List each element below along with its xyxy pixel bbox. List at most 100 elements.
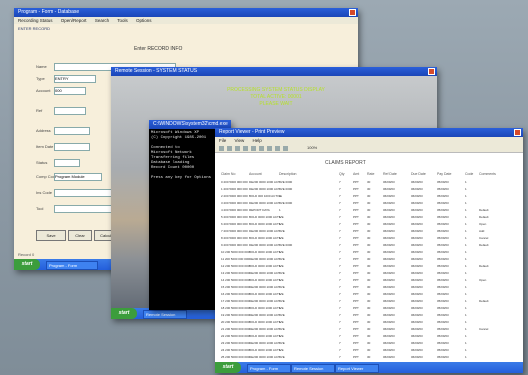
table-row[interactable]: 20 200 5000 000 000 BOLD 0000 1000 ACTIVE… (221, 320, 517, 324)
start-button[interactable]: start (14, 259, 40, 270)
print-icon[interactable] (219, 146, 224, 151)
table-cell: 06/09/03 (411, 320, 423, 324)
table-row[interactable]: 7 200 5000 000 000 DE200 0000 1000 ACTIVE… (221, 229, 517, 233)
table-row[interactable]: 22 200 5000 000 000 BOLD 0000 1000 ACTIVE… (221, 334, 517, 338)
table-cell: 30 (367, 341, 371, 345)
menu-item[interactable]: Open/Report (61, 18, 87, 23)
close-icon[interactable] (428, 68, 435, 75)
type-field[interactable]: ENTRY (54, 75, 96, 83)
table-row[interactable]: 15 200 5000 000 000 DE200 0000 1000 ACTIV… (221, 285, 517, 289)
address-field[interactable] (54, 127, 90, 135)
table-row[interactable]: 25 200 5000 000 000 DE200 0000 1000 ACTIV… (221, 355, 517, 359)
table-cell: 05/09/03 (437, 341, 449, 345)
table-cell: 05/09/03 (437, 271, 449, 275)
table-cell: 7 (339, 299, 341, 303)
table-row[interactable]: 2 200 5000 000 000 BOLD 000 1000 ACTIVE 1 7… (221, 194, 517, 198)
table-cell: 06/09/03 (383, 355, 395, 359)
start-button[interactable]: start (111, 308, 137, 319)
prev-page-icon[interactable] (235, 146, 240, 151)
table-cell: 1 (465, 229, 467, 233)
table-row[interactable]: 4 200 5000 000 000 REPORT DATA 1 7 PPT 30 06/0… (221, 208, 517, 212)
export-icon[interactable] (283, 146, 288, 151)
table-cell: 06/09/03 (383, 320, 395, 324)
taskbar-item[interactable]: Remote Session (143, 310, 187, 319)
menu-item[interactable]: Options (136, 18, 152, 23)
status-field[interactable] (54, 159, 80, 167)
table-row[interactable]: 9 200 5000 000 000 DE200 0000 1000 ACTIVE… (221, 243, 517, 247)
account-field[interactable]: 000 (54, 87, 86, 95)
column-header: Due Date (411, 172, 426, 176)
table-row[interactable]: 5 200 5000 000 000 BOLD 0000 1000 ACTIVE 1… (221, 215, 517, 219)
last-page-icon[interactable] (251, 146, 256, 151)
field-label: Tool (36, 206, 44, 211)
first-page-icon[interactable] (227, 146, 232, 151)
close-icon[interactable] (514, 129, 521, 136)
table-cell: PPT (353, 320, 359, 324)
table-row[interactable]: 10 200 5000 000 000 BOLD 0000 1000 ACTIVE… (221, 250, 517, 254)
next-page-icon[interactable] (243, 146, 248, 151)
table-cell: 7 (339, 355, 341, 359)
table-cell: PPT (353, 313, 359, 317)
table-cell: 05/09/03 (437, 257, 449, 261)
column-header: Qty (339, 172, 345, 176)
close-icon[interactable] (349, 9, 356, 16)
table-row[interactable]: 3 200 5000 000 000 DE200 0000 1000 ACTIVE… (221, 201, 517, 205)
menu-item[interactable]: Recording Status (18, 18, 53, 23)
remote-titlebar[interactable]: Remote Session - SYSTEM STATUS (111, 67, 437, 76)
table-cell: Default (479, 208, 489, 212)
comp-code-field[interactable]: Program Module (54, 173, 102, 181)
table-cell: 1 (279, 334, 281, 338)
menu-item[interactable]: File (219, 138, 226, 143)
table-cell: 1 (465, 278, 467, 282)
table-row[interactable]: 6 200 5000 000 000 BOLD 0000 1000 ACTIVE 1… (221, 222, 517, 226)
report-titlebar[interactable]: Report Viewer - Print Preview (215, 128, 523, 137)
search-icon[interactable] (275, 146, 280, 151)
item-date-field[interactable] (54, 143, 90, 151)
table-row[interactable]: 8 200 5000 000 000 BOLD 0000 1000 ACTIVE 1… (221, 236, 517, 240)
table-row[interactable]: 0 200 5000 000 000 DE200 0000 1000 ACTIVE… (221, 180, 517, 184)
menu-item[interactable]: Search (95, 18, 109, 23)
table-row[interactable]: 1 200 5000 000 000 DE200 0000 1000 ACTIVE… (221, 187, 517, 191)
table-cell: 30 (367, 299, 371, 303)
menu-item[interactable]: Help (252, 138, 261, 143)
table-cell: 05/09/03 (437, 194, 449, 198)
taskbar-item[interactable]: Program - Form (46, 261, 98, 270)
table-row[interactable]: 11 200 5000 000 000 DE200 0000 1000 ACTIV… (221, 257, 517, 261)
table-cell: 1 (279, 320, 281, 324)
table-cell: 05/09/03 (437, 348, 449, 352)
ref-field[interactable] (54, 107, 86, 115)
table-row[interactable]: 24 200 5000 000 000 BOLD 0000 1000 ACTIVE… (221, 348, 517, 352)
table-row[interactable]: 18 200 5000 000 000 BOLD 0000 1000 ACTIVE… (221, 306, 517, 310)
table-row[interactable]: 19 200 5000 000 000 DE200 0000 1000 ACTIV… (221, 313, 517, 317)
table-row[interactable]: 16 200 5000 000 000 BOLD 0000 1000 ACTIVE… (221, 292, 517, 296)
menu-item[interactable]: View (235, 138, 245, 143)
field-label: Item Date (36, 144, 54, 149)
menu-item[interactable]: Tools (117, 18, 128, 23)
clear-button[interactable]: Clear (68, 230, 92, 241)
taskbar-item[interactable]: Remote Session (291, 364, 335, 373)
field-label: Name (36, 64, 47, 69)
table-row[interactable]: 12 200 5000 000 000 BOLD 0000 1000 ACTIVE… (221, 264, 517, 268)
table-cell: 7 (339, 271, 341, 275)
ins-code-field[interactable] (54, 189, 112, 197)
form-heading: Enter RECORD INFO (134, 46, 183, 52)
table-cell: 1 (279, 327, 281, 331)
tool-field[interactable] (54, 205, 112, 213)
table-row[interactable]: 23 200 5000 000 000 DE200 0000 1000 ACTIV… (221, 341, 517, 345)
table-cell: 1 (279, 215, 281, 219)
zoom-level[interactable]: 100% (307, 145, 317, 150)
table-cell: 05/09/03 (437, 320, 449, 324)
table-cell: 1 (279, 187, 281, 191)
table-row[interactable]: 13 200 5000 000 000 DE200 0000 1000 ACTIV… (221, 271, 517, 275)
refresh-icon[interactable] (267, 146, 272, 151)
table-row[interactable]: 17 200 5000 000 000 DE200 0000 1000 ACTIV… (221, 299, 517, 303)
table-row[interactable]: 21 200 5000 000 000 DE200 0000 1000 ACTIV… (221, 327, 517, 331)
start-button[interactable]: start (215, 362, 241, 373)
table-row[interactable]: 14 200 5000 000 000 BOLD 0000 1000 ACTIVE… (221, 278, 517, 282)
save-button[interactable]: Save (36, 230, 66, 241)
taskbar-item[interactable]: Report Viewer (335, 364, 379, 373)
taskbar-item[interactable]: Program - Form (247, 364, 291, 373)
form-titlebar[interactable]: Program - Form - Database (14, 8, 358, 17)
table-cell: 7 (339, 264, 341, 268)
stop-icon[interactable] (259, 146, 264, 151)
